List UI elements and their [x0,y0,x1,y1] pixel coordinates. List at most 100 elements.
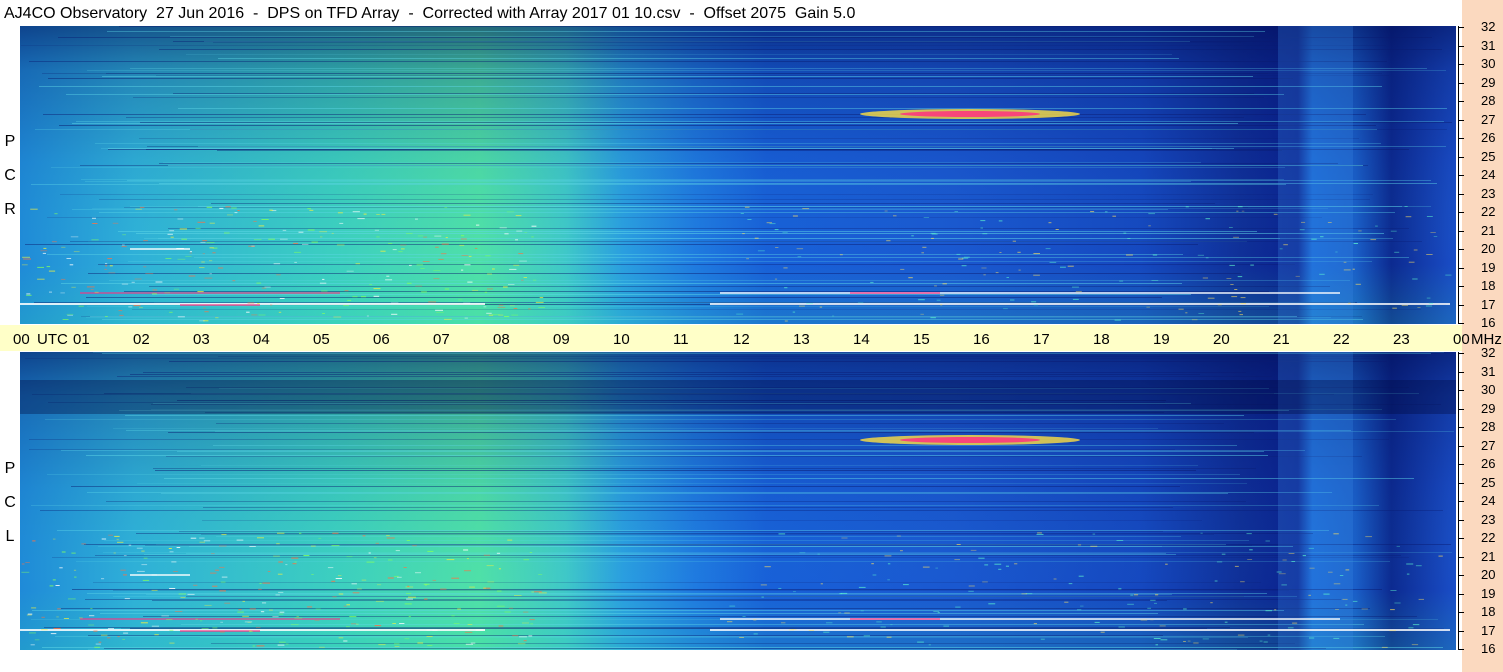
rcp-freq-tick-label: 29 [1481,75,1496,90]
hour-tick-label: 07 [433,331,450,348]
rcp-freq-tick [1458,157,1464,158]
lcp-letter-p: P [4,460,16,477]
lcp-freq-tick-label: 25 [1481,475,1496,490]
hour-tick-label: 12 [733,331,750,348]
rcp-freq-tick-label: 20 [1481,241,1496,256]
lcp-freq-tick-label: 24 [1481,493,1496,508]
hour-tick-label: 03 [193,331,210,348]
hour-tick-label: 15 [913,331,930,348]
hour-tick-label: 11 [673,331,689,348]
lcp-freq-tick-label: 16 [1481,641,1496,656]
lcp-freq-tick-label: 30 [1481,382,1496,397]
lcp-freq-tick [1458,353,1464,354]
hour-tick-label: 08 [493,331,510,348]
lcp-freq-tick [1458,464,1464,465]
rcp-letter-r: R [4,201,16,218]
lcp-freq-tick [1458,390,1464,391]
lcp-frequency-axis: 32 31 30 29 28 27 26 25 24 23 22 21 20 19 18 17 16 [1458,345,1503,656]
lcp-freq-tick [1458,631,1464,632]
hour-tick-label: 04 [253,331,270,348]
lcp-freq-tick-label: 29 [1481,401,1496,416]
lcp-freq-tick-label: 22 [1481,530,1496,545]
lcp-letter-c: C [4,494,16,511]
hour-tick-label: 18 [1093,331,1110,348]
hour-tick-label: 10 [613,331,630,348]
hour-tick-label: 00 [13,331,30,348]
lcp-freq-tick [1458,557,1464,558]
hour-tick-label: 23 [1393,331,1410,348]
rcp-freq-tick-label: 30 [1481,56,1496,71]
chart-title: AJ4CO Observatory 27 Jun 2016 - DPS on T… [4,5,856,22]
rcp-freq-tick [1458,268,1464,269]
hour-tick-label: 20 [1213,331,1230,348]
rcp-freq-tick [1458,120,1464,121]
hour-tick-label: 09 [553,331,570,348]
lcp-freq-tick-label: 26 [1481,456,1496,471]
lcp-freq-tick-label: 19 [1481,586,1496,601]
rcp-freq-tick-label: 19 [1481,260,1496,275]
rcp-freq-tick [1458,249,1464,250]
rcp-freq-tick-label: 18 [1481,278,1496,293]
lcp-freq-tick [1458,483,1464,484]
lcp-letter-l: L [5,528,15,545]
hour-tick-label: 16 [973,331,990,348]
lcp-freq-tick-label: 17 [1481,623,1496,638]
lcp-freq-tick [1458,409,1464,410]
spectrogram-image [20,26,1456,324]
lcp-freq-tick [1458,649,1464,650]
hour-tick-label: 14 [853,331,870,348]
lcp-freq-tick [1458,520,1464,521]
lcp-freq-tick-label: 23 [1481,512,1496,527]
hour-tick-label: 17 [1033,331,1050,348]
rcp-freq-tick-label: 31 [1481,38,1496,53]
lcp-freq-tick-label: 20 [1481,567,1496,582]
hour-tick-label: 05 [313,331,330,348]
rcp-freq-tick [1458,323,1464,324]
rcp-freq-tick [1458,194,1464,195]
hour-tick-label: 02 [133,331,150,348]
rcp-freq-tick [1458,138,1464,139]
rcp-freq-tick-label: 27 [1481,112,1496,127]
rcp-freq-tick-label: 28 [1481,93,1496,108]
rcp-freq-tick-label: 21 [1481,223,1496,238]
lcp-freq-tick-label: 28 [1481,419,1496,434]
hour-tick-label: 06 [373,331,390,348]
rcp-freq-tick [1458,212,1464,213]
rcp-freq-tick [1458,64,1464,65]
rcp-freq-tick [1458,286,1464,287]
rcp-freq-tick [1458,305,1464,306]
rcp-freq-tick [1458,101,1464,102]
hour-tick-label: 21 [1273,331,1290,348]
time-axis [0,325,1462,351]
hour-tick-label: 22 [1333,331,1350,348]
spectrogram-image [20,352,1456,650]
rcp-letter-p: P [4,133,16,150]
hour-tick-label: 01 [73,331,90,348]
lcp-freq-tick-label: 27 [1481,438,1496,453]
lcp-freq-tick-label: 32 [1481,345,1496,360]
lcp-freq-tick [1458,612,1464,613]
rcp-letter-c: C [4,167,16,184]
rcp-freq-tick [1458,27,1464,28]
hour-tick-label: 00 [1453,331,1470,348]
lcp-freq-tick-label: 31 [1481,364,1496,379]
rcp-freq-tick-label: 17 [1481,297,1496,312]
lcp-freq-tick [1458,538,1464,539]
rcp-frequency-axis: 32 31 30 29 28 27 26 25 24 23 22 21 20 19 18 17 16 [1458,19,1503,330]
utc-label: UTC [37,331,68,348]
lcp-freq-tick [1458,594,1464,595]
lcp-freq-tick-label: 21 [1481,549,1496,564]
hour-tick-label: 19 [1153,331,1170,348]
rcp-freq-tick-label: 24 [1481,167,1496,182]
rcp-freq-tick-label: 23 [1481,186,1496,201]
rcp-freq-tick [1458,231,1464,232]
lcp-freq-tick-label: 18 [1481,604,1496,619]
lcp-freq-tick [1458,427,1464,428]
lcp-spectrogram [20,352,1456,650]
lcp-freq-tick [1458,372,1464,373]
rcp-freq-tick-label: 16 [1481,315,1496,330]
rcp-freq-tick-label: 26 [1481,130,1496,145]
lcp-freq-tick [1458,446,1464,447]
rcp-freq-tick [1458,83,1464,84]
rcp-freq-tick-label: 22 [1481,204,1496,219]
